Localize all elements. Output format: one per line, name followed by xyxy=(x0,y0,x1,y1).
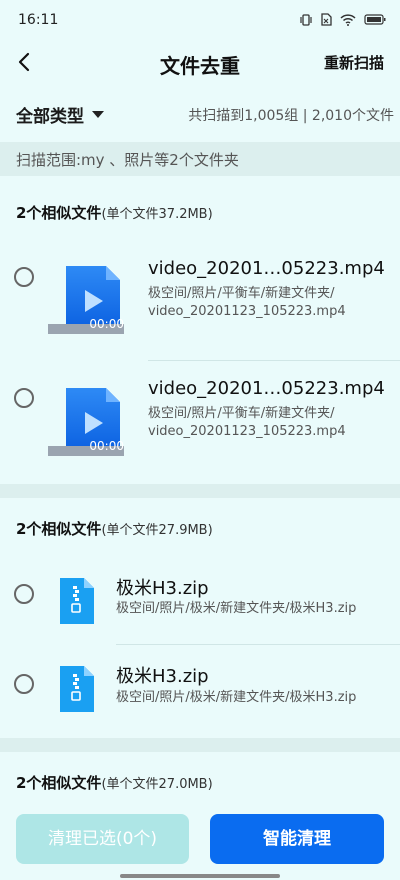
file-item[interactable]: 极米H3.zip 极空间/照片/极米/新建文件夹/极米H3.zip xyxy=(0,560,400,645)
group-header: 2个相似文件(单个文件37.2MB) xyxy=(16,202,213,223)
group-title: 2个相似文件 xyxy=(16,520,102,538)
bottom-action-bar: 清理已选(0个) 智能清理 xyxy=(0,808,400,880)
battery-icon xyxy=(364,14,386,25)
home-indicator xyxy=(120,874,280,878)
group-title: 2个相似文件 xyxy=(16,774,102,792)
clear-selected-button[interactable]: 清理已选(0个) xyxy=(16,814,189,864)
wifi-icon xyxy=(340,13,356,26)
file-path: 极空间/照片/极米/新建文件夹/极米H3.zip xyxy=(116,601,357,616)
file-name: video_20201…05223.mp4 xyxy=(148,258,385,279)
divider xyxy=(148,360,400,361)
status-time: 16:11 xyxy=(18,12,59,28)
file-path: 极空间/照片/平衡车/新建文件夹/ video_20201123_105223.… xyxy=(148,406,346,439)
status-bar: 16:11 xyxy=(0,0,400,40)
group-title: 2个相似文件 xyxy=(16,204,102,222)
video-duration: 00:00 xyxy=(89,439,124,453)
rescan-button[interactable]: 重新扫描 xyxy=(324,52,384,73)
file-name: 极米H3.zip xyxy=(116,578,209,599)
scan-scope-text: 扫描范围:my 、照片等2个文件夹 xyxy=(16,151,239,169)
smart-clean-button[interactable]: 智能清理 xyxy=(210,814,384,864)
video-duration: 00:00 xyxy=(89,317,124,331)
file-path: 极空间/照片/平衡车/新建文件夹/ video_20201123_105223.… xyxy=(148,286,346,319)
zip-file-icon xyxy=(56,576,96,626)
group-size: (单个文件27.9MB) xyxy=(101,523,213,538)
scan-scope-bar: 扫描范围:my 、照片等2个文件夹 xyxy=(0,142,400,176)
group-size: (单个文件37.2MB) xyxy=(101,207,213,222)
select-radio[interactable] xyxy=(14,584,34,604)
zip-file-icon xyxy=(56,664,96,714)
filter-bar: 全部类型 共扫描到1,005组 | 2,010个文件 xyxy=(0,96,400,132)
file-name: video_20201…05223.mp4 xyxy=(148,378,385,399)
scan-summary: 共扫描到1,005组 | 2,010个文件 xyxy=(188,108,394,124)
select-radio[interactable] xyxy=(14,267,34,287)
select-radio[interactable] xyxy=(14,388,34,408)
type-dropdown-label: 全部类型 xyxy=(16,107,84,127)
sim-icon xyxy=(321,13,332,26)
video-file-icon: 00:00 xyxy=(48,250,124,334)
group-header: 2个相似文件(单个文件27.0MB) xyxy=(16,772,213,793)
caret-down-icon xyxy=(92,111,104,118)
file-path: 极空间/照片/极米/新建文件夹/极米H3.zip xyxy=(116,690,357,705)
file-item[interactable]: 极米H3.zip 极空间/照片/极米/新建文件夹/极米H3.zip xyxy=(0,646,400,736)
vibrate-icon xyxy=(300,13,312,26)
file-name: 极米H3.zip xyxy=(116,666,209,687)
group-separator xyxy=(0,738,400,752)
group-header: 2个相似文件(单个文件27.9MB) xyxy=(16,518,213,539)
file-item[interactable]: 00:00 video_20201…05223.mp4 极空间/照片/平衡车/新… xyxy=(0,362,400,482)
video-file-icon: 00:00 xyxy=(48,372,124,456)
group-size: (单个文件27.0MB) xyxy=(101,777,213,792)
file-item[interactable]: 00:00 video_20201…05223.mp4 极空间/照片/平衡车/新… xyxy=(0,240,400,361)
select-radio[interactable] xyxy=(14,674,34,694)
type-dropdown[interactable]: 全部类型 xyxy=(16,102,104,127)
group-separator xyxy=(0,484,400,498)
status-icons xyxy=(299,13,386,26)
divider xyxy=(116,644,400,645)
top-bar: 文件去重 重新扫描 xyxy=(0,40,400,84)
